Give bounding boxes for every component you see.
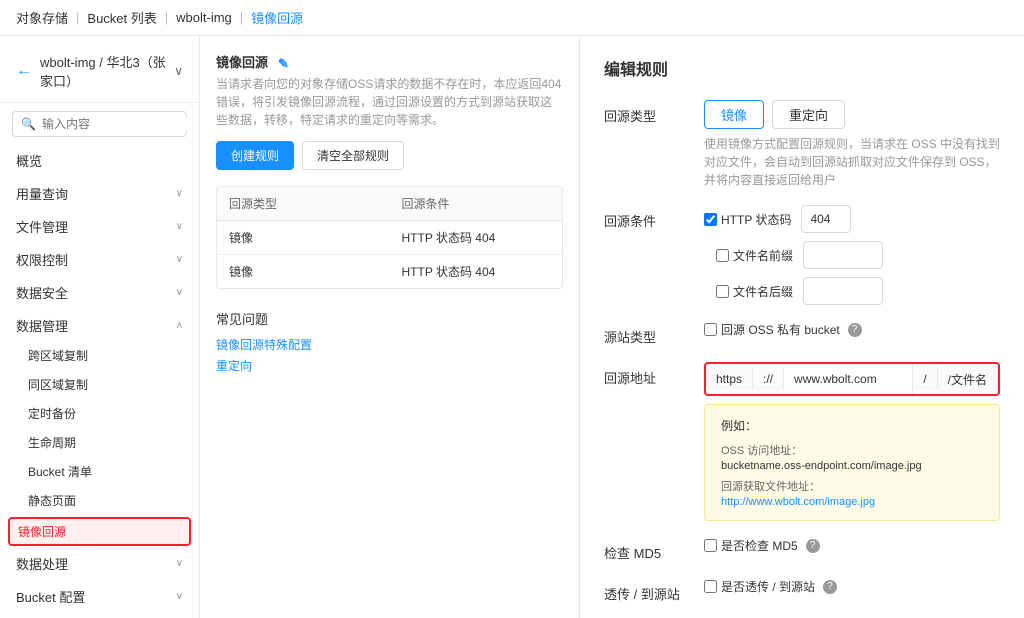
search-icon: 🔍 bbox=[21, 117, 36, 131]
rule-condition-2: HTTP 状态码 404 bbox=[390, 255, 563, 288]
edit-icon[interactable]: ✎ bbox=[278, 56, 290, 68]
question-icon-md5[interactable]: ? bbox=[806, 539, 820, 553]
http-status-checkbox[interactable] bbox=[704, 213, 717, 226]
clear-rules-button[interactable]: 清空全部规则 bbox=[302, 141, 404, 170]
url-suffix: /文件名 bbox=[938, 367, 998, 392]
sidebar-item-usage[interactable]: 用量查询 ∨ bbox=[0, 178, 199, 209]
source-type-mirror[interactable]: 镜像 bbox=[704, 100, 764, 129]
back-arrow[interactable]: ← bbox=[16, 62, 32, 80]
search-input[interactable] bbox=[42, 117, 197, 131]
http-status-label: HTTP 状态码 bbox=[721, 211, 791, 228]
sidebar: ← wbolt-img / 华北3（张家口） ∨ 🔍 ☆ 概览 用量查询 ∨ 文… bbox=[0, 36, 200, 618]
url-domain bbox=[784, 364, 913, 394]
url-domain-input[interactable] bbox=[794, 368, 902, 390]
create-rule-button[interactable]: 创建规则 bbox=[216, 141, 294, 170]
top-nav: 对象存储 | Bucket 列表 | wbolt-img | 镜像回源 bbox=[0, 0, 1024, 36]
faq-link-mirror[interactable]: 镜像回源特殊配置 bbox=[216, 336, 563, 353]
transparent-label: 透传 / 到源站 bbox=[604, 578, 704, 603]
left-panel-title: 镜像回源 bbox=[216, 52, 268, 71]
source-site-label: 源站类型 bbox=[604, 321, 704, 346]
nav-item-bucket-list[interactable]: Bucket 列表 bbox=[87, 8, 156, 27]
check-md5-checkbox-label: 是否检查 MD5 bbox=[721, 537, 798, 554]
chevron-icon: ∨ bbox=[176, 188, 183, 199]
source-type-label: 回源类型 bbox=[604, 100, 704, 125]
example-title: 例如： bbox=[721, 417, 983, 434]
table-row[interactable]: 镜像 HTTP 状态码 404 bbox=[217, 221, 562, 255]
source-type-redirect[interactable]: 重定向 bbox=[772, 100, 845, 129]
filename-suffix-label: 文件名后缀 bbox=[733, 283, 793, 300]
filename-prefix-input[interactable] bbox=[803, 241, 883, 269]
chevron-icon: ∨ bbox=[176, 591, 183, 602]
filename-prefix-checkbox[interactable] bbox=[716, 249, 729, 262]
right-panel-title: 编辑规则 bbox=[604, 56, 1000, 80]
question-icon[interactable]: ? bbox=[848, 323, 862, 337]
sidebar-item-same-region[interactable]: 同区域复制 bbox=[0, 370, 199, 399]
url-protocol: https bbox=[706, 368, 753, 390]
url-separator: :// bbox=[753, 368, 784, 390]
left-panel: 镜像回源 ✎ 当请求者向您的对象存储OSS请求的数据不存在时，本应返回404错误… bbox=[200, 36, 580, 618]
source-condition-label: 回源条件 bbox=[604, 205, 704, 230]
sidebar-item-log-mgmt[interactable]: 日志管理 ∨ bbox=[0, 614, 199, 618]
col-condition-header: 回源条件 bbox=[390, 187, 563, 220]
chevron-icon: ∧ bbox=[176, 320, 183, 331]
nav-item-bucket[interactable]: wbolt-img bbox=[176, 10, 232, 25]
chevron-icon: ∨ bbox=[176, 254, 183, 265]
sidebar-item-bucket-config[interactable]: Bucket 配置 ∨ bbox=[0, 581, 199, 612]
sidebar-item-scheduled-backup[interactable]: 定时备份 bbox=[0, 399, 199, 428]
chevron-icon: ∨ bbox=[176, 221, 183, 232]
http-status-input[interactable] bbox=[801, 205, 851, 233]
sidebar-item-overview[interactable]: 概览 bbox=[0, 145, 199, 176]
source-site-checkbox[interactable] bbox=[704, 323, 717, 336]
faq-link-redirect[interactable]: 重定向 bbox=[216, 357, 563, 374]
source-site-checkbox-label: 回源 OSS 私有 bucket bbox=[721, 321, 840, 338]
sidebar-item-data-processing[interactable]: 数据处理 ∨ bbox=[0, 548, 199, 579]
col-type-header: 回源类型 bbox=[217, 187, 390, 220]
sidebar-item-mirror-source[interactable]: 镜像回源 bbox=[8, 517, 191, 546]
rule-condition-1: HTTP 状态码 404 bbox=[390, 221, 563, 254]
sidebar-item-bucket-inventory[interactable]: Bucket 清单 bbox=[0, 457, 199, 486]
example-box: 例如： OSS 访问地址： bucketname.oss-endpoint.co… bbox=[704, 404, 1000, 521]
faq-title: 常见问题 bbox=[216, 309, 563, 328]
transparent-checkbox-label: 是否透传 / 到源站 bbox=[721, 578, 815, 595]
rules-table: 回源类型 回源条件 镜像 HTTP 状态码 404 镜像 HTTP 状态码 40… bbox=[216, 186, 563, 289]
left-panel-desc: 当请求者向您的对象存储OSS请求的数据不存在时，本应返回404错误，将引发镜像回… bbox=[216, 75, 563, 129]
table-row[interactable]: 镜像 HTTP 状态码 404 bbox=[217, 255, 562, 288]
rule-type-2: 镜像 bbox=[217, 255, 390, 288]
source-address-label: 回源地址 bbox=[604, 362, 704, 387]
sidebar-item-static-page[interactable]: 静态页面 bbox=[0, 486, 199, 515]
check-md5-label: 检查 MD5 bbox=[604, 537, 704, 562]
sidebar-item-data-mgmt[interactable]: 数据管理 ∧ bbox=[0, 310, 199, 341]
sidebar-item-data-security[interactable]: 数据安全 ∨ bbox=[0, 277, 199, 308]
filename-suffix-input[interactable] bbox=[803, 277, 883, 305]
transparent-checkbox[interactable] bbox=[704, 580, 717, 593]
filename-prefix-label: 文件名前缀 bbox=[733, 247, 793, 264]
url-input-group: https :// / /文件名 bbox=[704, 362, 1000, 396]
chevron-icon: ∨ bbox=[176, 558, 183, 569]
filename-suffix-checkbox[interactable] bbox=[716, 285, 729, 298]
sidebar-item-lifecycle[interactable]: 生命周期 bbox=[0, 428, 199, 457]
nav-item-mirror[interactable]: 镜像回源 bbox=[251, 8, 303, 27]
sidebar-item-file-mgmt[interactable]: 文件管理 ∨ bbox=[0, 211, 199, 242]
right-panel: 编辑规则 回源类型 镜像 重定向 使用镜像方式配置回源规则，当请求在 OSS 中… bbox=[580, 36, 1024, 618]
source-address-label-ex: 回源获取文件地址： bbox=[721, 478, 983, 494]
source-url[interactable]: http://www.wbolt.com/image.jpg bbox=[721, 496, 983, 508]
url-slash: / bbox=[913, 368, 937, 390]
breadcrumb: wbolt-img / 华北3（张家口） bbox=[40, 52, 166, 90]
rule-type-1: 镜像 bbox=[217, 221, 390, 254]
oss-url: bucketname.oss-endpoint.com/image.jpg bbox=[721, 460, 983, 472]
check-md5-checkbox[interactable] bbox=[704, 539, 717, 552]
source-type-desc: 使用镜像方式配置回源规则，当请求在 OSS 中没有找到对应文件，会自动到回源站抓… bbox=[704, 135, 1000, 189]
oss-address-label: OSS 访问地址： bbox=[721, 442, 983, 458]
sidebar-item-cross-region[interactable]: 跨区域复制 bbox=[0, 341, 199, 370]
sidebar-item-permissions[interactable]: 权限控制 ∨ bbox=[0, 244, 199, 275]
nav-item-object-storage[interactable]: 对象存储 bbox=[16, 8, 68, 27]
question-icon-transparent[interactable]: ? bbox=[823, 580, 837, 594]
chevron-icon: ∨ bbox=[176, 287, 183, 298]
chevron-down-icon[interactable]: ∨ bbox=[174, 64, 183, 78]
